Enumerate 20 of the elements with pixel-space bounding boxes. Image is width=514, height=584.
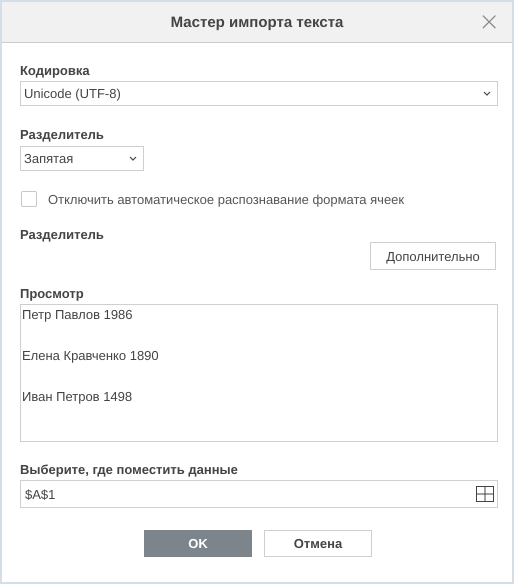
- encoding-dropdown[interactable]: Unicode (UTF-8): [20, 81, 498, 106]
- preview-label: Просмотр: [20, 286, 85, 301]
- destination-label: Выберите, где поместить данные: [20, 462, 239, 477]
- separator-label: Разделитель: [20, 227, 105, 242]
- destination-field[interactable]: $A$1: [20, 480, 498, 508]
- grid-icon[interactable]: [476, 486, 494, 502]
- encoding-label: Кодировка: [20, 63, 91, 78]
- delimiter-dropdown[interactable]: Запятая: [20, 146, 144, 171]
- cancel-button[interactable]: Отмена: [264, 530, 372, 557]
- window-title: Мастер импорта текста: [170, 14, 344, 30]
- ok-button[interactable]: OK: [144, 530, 252, 557]
- preview-line: Петр Павлов 1986: [22, 307, 134, 323]
- advanced-button[interactable]: Дополнительно: [370, 242, 496, 270]
- checkbox-label: Отключить автоматическое распознавание формата ячеек: [48, 192, 404, 206]
- preview-line: Елена Кравченко 1890: [22, 348, 160, 364]
- preview-line: Иван Петров 1498: [22, 389, 134, 405]
- caret-icon: [483, 91, 491, 96]
- checkbox[interactable]: [21, 191, 37, 207]
- caret-icon: [129, 156, 137, 161]
- delimiter-label: Разделитель: [20, 127, 105, 142]
